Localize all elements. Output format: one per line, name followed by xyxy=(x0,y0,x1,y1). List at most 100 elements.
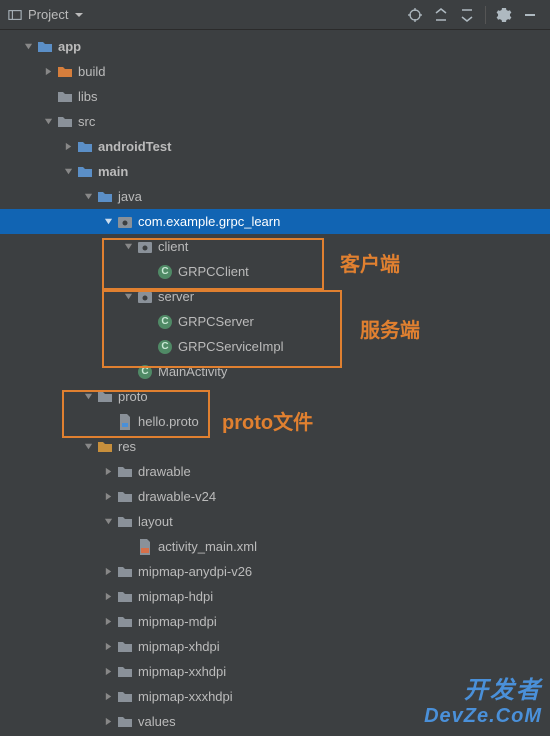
node-label: values xyxy=(138,714,176,729)
folder-icon xyxy=(56,88,74,106)
tree-node-client[interactable]: client xyxy=(0,234,550,259)
toolbar: Project xyxy=(0,0,550,30)
chevron-right-icon[interactable] xyxy=(100,664,116,680)
node-label: build xyxy=(78,64,105,79)
folder-icon xyxy=(76,138,94,156)
node-label: libs xyxy=(78,89,98,104)
chevron-down-icon[interactable] xyxy=(20,39,36,55)
view-selector[interactable]: Project xyxy=(8,7,84,22)
node-label: GRPCClient xyxy=(178,264,249,279)
view-label: Project xyxy=(28,7,68,22)
locate-button[interactable] xyxy=(403,3,427,27)
chevron-right-icon[interactable] xyxy=(100,689,116,705)
chevron-right-icon[interactable] xyxy=(100,564,116,580)
tree-node-mipmap-xxhdpi[interactable]: mipmap-xxhdpi xyxy=(0,659,550,684)
chevron-down-icon xyxy=(74,10,84,20)
chevron-right-icon[interactable] xyxy=(40,64,56,80)
chevron-down-icon[interactable] xyxy=(40,114,56,130)
node-label: mipmap-xxxhdpi xyxy=(138,689,233,704)
folder-icon xyxy=(116,613,134,631)
tree-node-layout[interactable]: layout xyxy=(0,509,550,534)
chevron-down-icon[interactable] xyxy=(120,289,136,305)
class-icon: C xyxy=(156,263,174,281)
tree-node-package[interactable]: com.example.grpc_learn xyxy=(0,209,550,234)
chevron-down-icon[interactable] xyxy=(100,214,116,230)
node-label: java xyxy=(118,189,142,204)
tree-node-drawablev24[interactable]: drawable-v24 xyxy=(0,484,550,509)
package-icon xyxy=(116,213,134,231)
folder-icon xyxy=(76,163,94,181)
expand-all-button[interactable] xyxy=(429,3,453,27)
class-icon: C xyxy=(156,338,174,356)
tree-node-build[interactable]: build xyxy=(0,59,550,84)
class-icon: C xyxy=(136,363,154,381)
node-label: client xyxy=(158,239,188,254)
node-label: proto xyxy=(118,389,148,404)
tree-node-androidtest[interactable]: androidTest xyxy=(0,134,550,159)
chevron-right-icon[interactable] xyxy=(100,464,116,480)
node-label: drawable-v24 xyxy=(138,489,216,504)
folder-icon xyxy=(56,63,74,81)
tree-node-grpcserviceimpl[interactable]: C GRPCServiceImpl xyxy=(0,334,550,359)
chevron-down-icon[interactable] xyxy=(120,239,136,255)
tree-node-values[interactable]: values xyxy=(0,709,550,734)
tree-node-mipmap-mdpi[interactable]: mipmap-mdpi xyxy=(0,609,550,634)
tree-node-mipmap-anydpi[interactable]: mipmap-anydpi-v26 xyxy=(0,559,550,584)
folder-icon xyxy=(96,188,114,206)
hide-button[interactable] xyxy=(518,3,542,27)
folder-icon xyxy=(116,513,134,531)
chevron-right-icon[interactable] xyxy=(100,614,116,630)
tree-node-drawable[interactable]: drawable xyxy=(0,459,550,484)
file-icon xyxy=(116,413,134,431)
tree-node-mipmap-hdpi[interactable]: mipmap-hdpi xyxy=(0,584,550,609)
node-label: activity_main.xml xyxy=(158,539,257,554)
node-label: hello.proto xyxy=(138,414,199,429)
tree-node-helloproto[interactable]: hello.proto xyxy=(0,409,550,434)
chevron-right-icon[interactable] xyxy=(60,139,76,155)
res-folder-icon xyxy=(96,438,114,456)
folder-icon xyxy=(116,463,134,481)
folder-icon xyxy=(96,388,114,406)
chevron-right-icon[interactable] xyxy=(100,489,116,505)
node-label: androidTest xyxy=(98,139,171,154)
xml-file-icon xyxy=(136,538,154,556)
chevron-down-icon[interactable] xyxy=(80,389,96,405)
folder-icon xyxy=(116,688,134,706)
tree-node-activitymain[interactable]: activity_main.xml xyxy=(0,534,550,559)
node-label: mipmap-hdpi xyxy=(138,589,213,604)
tree-node-libs[interactable]: libs xyxy=(0,84,550,109)
node-label: main xyxy=(98,164,128,179)
folder-icon xyxy=(116,713,134,731)
node-label: mipmap-xxhdpi xyxy=(138,664,226,679)
chevron-down-icon[interactable] xyxy=(60,164,76,180)
node-label: res xyxy=(118,439,136,454)
tree-node-mainactivity[interactable]: C MainActivity xyxy=(0,359,550,384)
settings-button[interactable] xyxy=(492,3,516,27)
folder-icon xyxy=(116,588,134,606)
tree-node-grpcserver[interactable]: C GRPCServer xyxy=(0,309,550,334)
folder-icon xyxy=(56,113,74,131)
chevron-down-icon[interactable] xyxy=(100,514,116,530)
chevron-right-icon[interactable] xyxy=(100,589,116,605)
module-icon xyxy=(36,38,54,56)
tree-node-src[interactable]: src xyxy=(0,109,550,134)
tree-node-java[interactable]: java xyxy=(0,184,550,209)
chevron-right-icon[interactable] xyxy=(100,639,116,655)
collapse-all-button[interactable] xyxy=(455,3,479,27)
chevron-down-icon[interactable] xyxy=(80,439,96,455)
tree-node-main[interactable]: main xyxy=(0,159,550,184)
tree-node-server[interactable]: server xyxy=(0,284,550,309)
chevron-down-icon[interactable] xyxy=(80,189,96,205)
folder-icon xyxy=(116,663,134,681)
node-label: app xyxy=(58,39,81,54)
tree-node-app[interactable]: app xyxy=(0,34,550,59)
tree-node-grpcclient[interactable]: C GRPCClient xyxy=(0,259,550,284)
tree-node-mipmap-xhdpi[interactable]: mipmap-xhdpi xyxy=(0,634,550,659)
node-label: src xyxy=(78,114,95,129)
tree-node-mipmap-xxxhdpi[interactable]: mipmap-xxxhdpi xyxy=(0,684,550,709)
tree-node-proto[interactable]: proto xyxy=(0,384,550,409)
tree-node-res[interactable]: res xyxy=(0,434,550,459)
folder-icon xyxy=(116,488,134,506)
node-label: com.example.grpc_learn xyxy=(138,214,280,229)
chevron-right-icon[interactable] xyxy=(100,714,116,730)
